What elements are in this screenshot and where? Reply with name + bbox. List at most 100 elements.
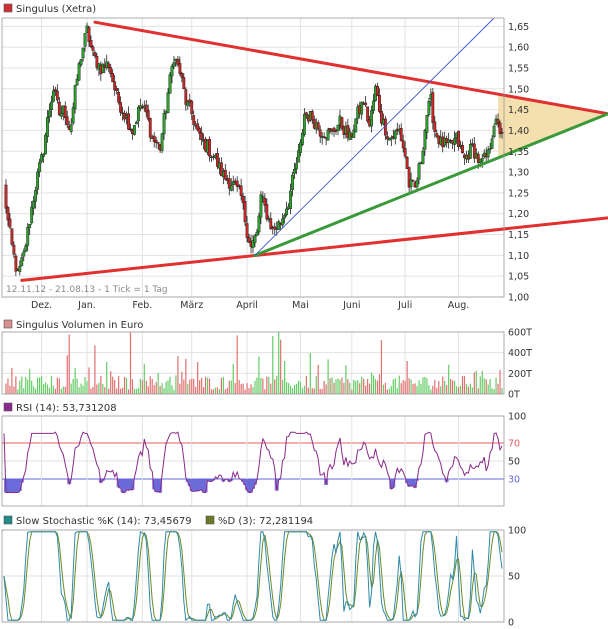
volume-bar xyxy=(52,385,55,394)
volume-title: Singulus Volumen in Euro xyxy=(16,320,143,331)
volume-bar xyxy=(224,389,226,394)
volume-bar xyxy=(349,382,351,394)
volume-bar xyxy=(475,370,477,394)
volume-bar xyxy=(434,379,436,394)
volume-bar xyxy=(485,379,487,394)
volume-bar xyxy=(125,378,128,394)
price-candle-body xyxy=(376,86,379,97)
volume-bar xyxy=(408,378,410,394)
volume-bar xyxy=(370,372,373,394)
volume-bar xyxy=(446,385,448,394)
price-candle-body xyxy=(423,130,427,150)
volume-bar xyxy=(68,334,70,394)
price-candle-body xyxy=(293,168,296,174)
price-candle-body xyxy=(253,235,257,243)
volume-bar xyxy=(240,383,242,394)
price-x-tick-label: Juni xyxy=(342,300,360,311)
price-candle-body xyxy=(492,125,496,138)
price-candle-body xyxy=(468,144,472,159)
volume-bar xyxy=(422,377,424,394)
volume-bar xyxy=(145,380,147,394)
volume-bar xyxy=(199,380,201,394)
volume-bar xyxy=(315,376,317,394)
volume-bar xyxy=(420,383,422,394)
price-candle-body xyxy=(127,113,130,130)
volume-bar xyxy=(78,387,80,394)
rsi-y-tick-label: 70 xyxy=(508,439,520,450)
price-candle-body xyxy=(26,227,30,246)
volume-bar xyxy=(153,385,155,394)
volume-bar xyxy=(262,378,264,394)
price-candle-body xyxy=(255,231,259,236)
volume-bar xyxy=(9,385,11,394)
price-x-tick-label: Feb. xyxy=(132,300,152,311)
price-candle-body xyxy=(34,189,38,202)
price-candle-body xyxy=(50,101,53,111)
volume-bar xyxy=(56,377,58,394)
volume-bar xyxy=(448,364,450,394)
volume-bar xyxy=(386,389,388,394)
price-candle-body xyxy=(385,136,389,140)
volume-bar xyxy=(341,377,343,394)
rsi-legend-swatch xyxy=(3,402,13,412)
volume-y-tick-label: 400T xyxy=(508,348,532,359)
price-candle-body xyxy=(421,150,425,165)
price-candle-body xyxy=(79,59,83,65)
price-candle-body xyxy=(136,107,140,122)
price-candle-body xyxy=(8,218,12,228)
price-y-tick-label: 1,20 xyxy=(508,209,529,220)
volume-bar xyxy=(465,384,468,394)
volume-bar xyxy=(141,380,143,394)
price-candle-body xyxy=(109,67,113,75)
price-candle-body xyxy=(71,107,75,124)
volume-bar xyxy=(355,380,357,394)
price-candle-body xyxy=(393,130,397,139)
volume-bar xyxy=(339,379,341,394)
volume-bar xyxy=(127,389,130,394)
price-candle-body xyxy=(283,215,287,219)
price-candle-body xyxy=(245,223,249,238)
volume-bar xyxy=(210,389,213,394)
volume-bar xyxy=(165,381,167,394)
volume-bar xyxy=(289,385,292,394)
volume-bar xyxy=(347,379,349,394)
volume-bar xyxy=(155,382,157,394)
volume-bar xyxy=(64,386,66,394)
volume-bar xyxy=(361,376,363,394)
volume-bar xyxy=(35,388,37,394)
volume-bar xyxy=(291,388,294,394)
price-candle-body xyxy=(32,200,36,209)
price-y-tick-label: 1,50 xyxy=(508,84,529,95)
price-candle-body xyxy=(372,100,375,112)
volume-bar xyxy=(177,356,179,394)
volume-bar xyxy=(33,386,35,394)
volume-bar xyxy=(487,384,489,394)
volume-bar xyxy=(232,363,234,394)
volume-bar xyxy=(325,384,327,394)
price-candle-body xyxy=(10,228,14,245)
volume-bar xyxy=(457,387,460,394)
volume-bar xyxy=(412,383,414,394)
volume-bar xyxy=(238,380,240,394)
volume-bar xyxy=(187,383,189,394)
volume-bar xyxy=(266,376,268,394)
stoch-k-title: Slow Stochastic %K (14): 73,45679 xyxy=(16,516,192,527)
volume-bar xyxy=(195,386,197,394)
price-candle-body xyxy=(453,138,456,145)
volume-bar xyxy=(388,388,390,394)
volume-bar xyxy=(236,335,238,394)
price-candle-body xyxy=(261,196,265,198)
volume-bar xyxy=(284,361,286,394)
volume-bar xyxy=(323,380,325,394)
volume-bar xyxy=(276,375,278,394)
price-candle-body xyxy=(336,124,340,132)
price-candle-body xyxy=(378,94,381,112)
volume-bar xyxy=(112,376,114,394)
volume-bar xyxy=(459,385,462,394)
volume-bar xyxy=(204,376,207,394)
price-candle-body xyxy=(318,129,322,137)
price-candle-body xyxy=(291,174,294,190)
volume-bar xyxy=(398,375,400,394)
price-candle-body xyxy=(168,74,172,94)
volume-bar xyxy=(414,383,416,394)
